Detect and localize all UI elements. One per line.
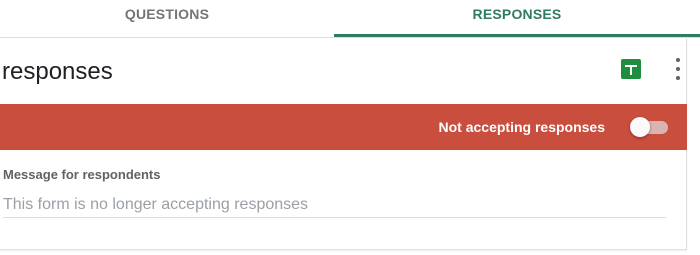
more-vert-icon[interactable] (674, 58, 682, 80)
responses-card: responses Not accepting responses Messag… (0, 38, 687, 250)
tab-questions[interactable]: QUESTIONS (0, 0, 334, 38)
accepting-responses-banner: Not accepting responses (0, 104, 687, 150)
accepting-responses-label: Not accepting responses (438, 119, 606, 135)
accepting-responses-toggle[interactable] (630, 117, 670, 137)
message-label: Message for respondents (3, 167, 161, 182)
tab-bar: QUESTIONS RESPONSES (0, 0, 700, 38)
more-dot (676, 67, 680, 71)
message-input[interactable] (3, 192, 666, 218)
more-dot (676, 76, 680, 80)
tab-responses[interactable]: RESPONSES (334, 0, 700, 38)
card-title: responses (2, 58, 113, 85)
google-sheets-icon[interactable] (621, 59, 641, 79)
toggle-thumb (630, 117, 650, 137)
more-dot (676, 58, 680, 62)
active-tab-indicator (334, 34, 700, 37)
